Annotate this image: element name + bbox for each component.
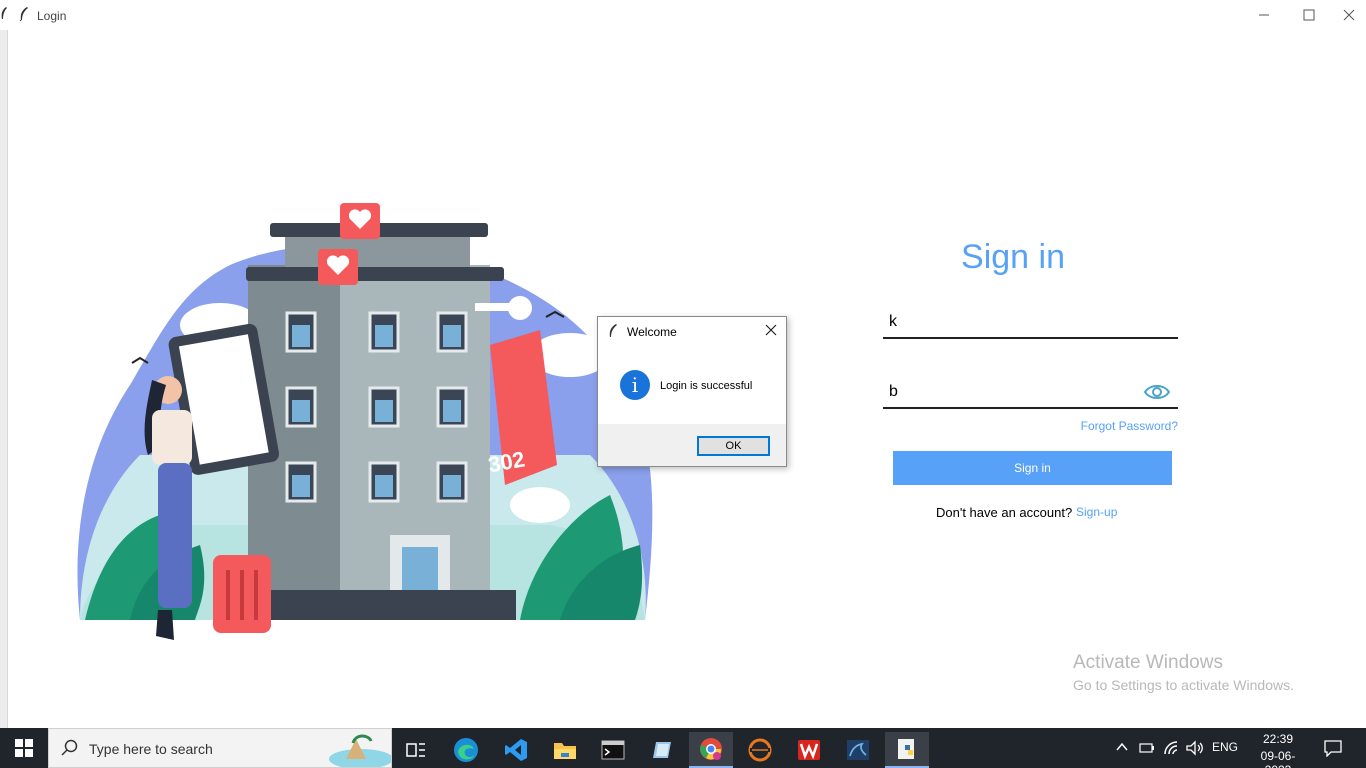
taskbar: Type here to search ENG 22:39 09-06- xyxy=(0,728,1366,768)
title-bar: Login xyxy=(0,0,1366,30)
chrome-button[interactable] xyxy=(689,732,733,768)
python-idle-icon xyxy=(898,739,914,759)
vscode-icon xyxy=(505,739,527,761)
search-icon xyxy=(61,739,78,756)
terminal-button[interactable] xyxy=(591,732,635,768)
network-icon[interactable] xyxy=(1163,740,1179,756)
windows-logo-icon xyxy=(15,739,33,757)
password-input[interactable] xyxy=(889,383,1129,401)
edge-icon xyxy=(454,738,478,762)
maximize-icon xyxy=(1303,9,1315,21)
wps-button[interactable] xyxy=(787,732,831,768)
forgot-password-link[interactable]: Forgot Password? xyxy=(1060,419,1178,433)
notepad-button[interactable] xyxy=(640,732,684,768)
wps-icon xyxy=(798,740,820,760)
mysql-workbench-button[interactable] xyxy=(836,732,880,768)
clock-date[interactable]: 09-06-2023 xyxy=(1248,749,1308,768)
dialog-message: Login is successful xyxy=(660,380,753,392)
chrome-icon xyxy=(700,738,722,760)
signin-heading: Sign in xyxy=(961,238,1065,276)
signin-button[interactable]: Sign in xyxy=(893,451,1172,485)
volume-icon[interactable] xyxy=(1186,740,1204,756)
search-placeholder: Type here to search xyxy=(89,741,213,757)
input-language[interactable]: ENG xyxy=(1212,740,1238,754)
battery-icon[interactable] xyxy=(1139,742,1155,754)
feather-icon xyxy=(609,324,617,337)
eclipse-icon xyxy=(748,738,772,762)
clock-time[interactable]: 22:39 xyxy=(1248,732,1308,746)
app-feather-icon xyxy=(19,7,28,21)
file-explorer-icon xyxy=(554,743,576,759)
show-hidden-icons-chevron-icon[interactable] xyxy=(1116,742,1128,752)
minimize-icon xyxy=(1259,14,1269,16)
minimize-button[interactable] xyxy=(1241,0,1287,30)
terminal-icon xyxy=(601,740,625,760)
activate-windows-subtitle: Go to Settings to activate Windows. xyxy=(1073,677,1294,693)
start-button[interactable] xyxy=(0,728,48,768)
window-left-edge xyxy=(0,0,8,728)
python-idle-button[interactable] xyxy=(885,732,929,768)
username-input[interactable] xyxy=(889,313,1129,331)
close-icon xyxy=(1343,9,1355,21)
password-field[interactable] xyxy=(883,377,1178,409)
window-title: Login xyxy=(37,9,67,23)
mysql-workbench-icon xyxy=(847,740,869,760)
file-explorer-button[interactable] xyxy=(543,732,587,768)
dialog-footer: OK xyxy=(598,424,786,466)
username-field[interactable] xyxy=(883,307,1178,339)
screen: Login 302 Sign in k b Forgot Password? S… xyxy=(0,0,1366,768)
notepad-icon xyxy=(653,742,671,758)
maximize-button[interactable] xyxy=(1286,0,1332,30)
search-highlight-image xyxy=(329,734,391,767)
activate-windows-title: Activate Windows xyxy=(1073,652,1223,673)
taskbar-search-box[interactable]: Type here to search xyxy=(48,728,392,768)
hotel-illustration: 302 xyxy=(77,203,653,640)
ok-button[interactable]: OK xyxy=(697,436,770,456)
show-password-eye-icon[interactable] xyxy=(1144,383,1170,401)
task-view-icon xyxy=(406,743,425,757)
dialog-close-icon[interactable] xyxy=(764,323,778,337)
dialog-title: Welcome xyxy=(627,325,677,339)
feather-icon xyxy=(1,7,7,19)
welcome-dialog: Welcome i Login is successful OK xyxy=(597,316,787,467)
signup-link[interactable]: Sign-up xyxy=(1076,505,1117,519)
close-button[interactable] xyxy=(1332,0,1366,30)
info-icon: i xyxy=(620,370,650,400)
no-account-text: Don't have an account? xyxy=(936,505,1073,520)
vscode-button[interactable] xyxy=(494,732,538,768)
edge-button[interactable] xyxy=(444,732,488,768)
notifications-icon[interactable] xyxy=(1324,739,1342,757)
eclipse-button[interactable] xyxy=(738,732,782,768)
task-view-button[interactable] xyxy=(394,732,438,768)
